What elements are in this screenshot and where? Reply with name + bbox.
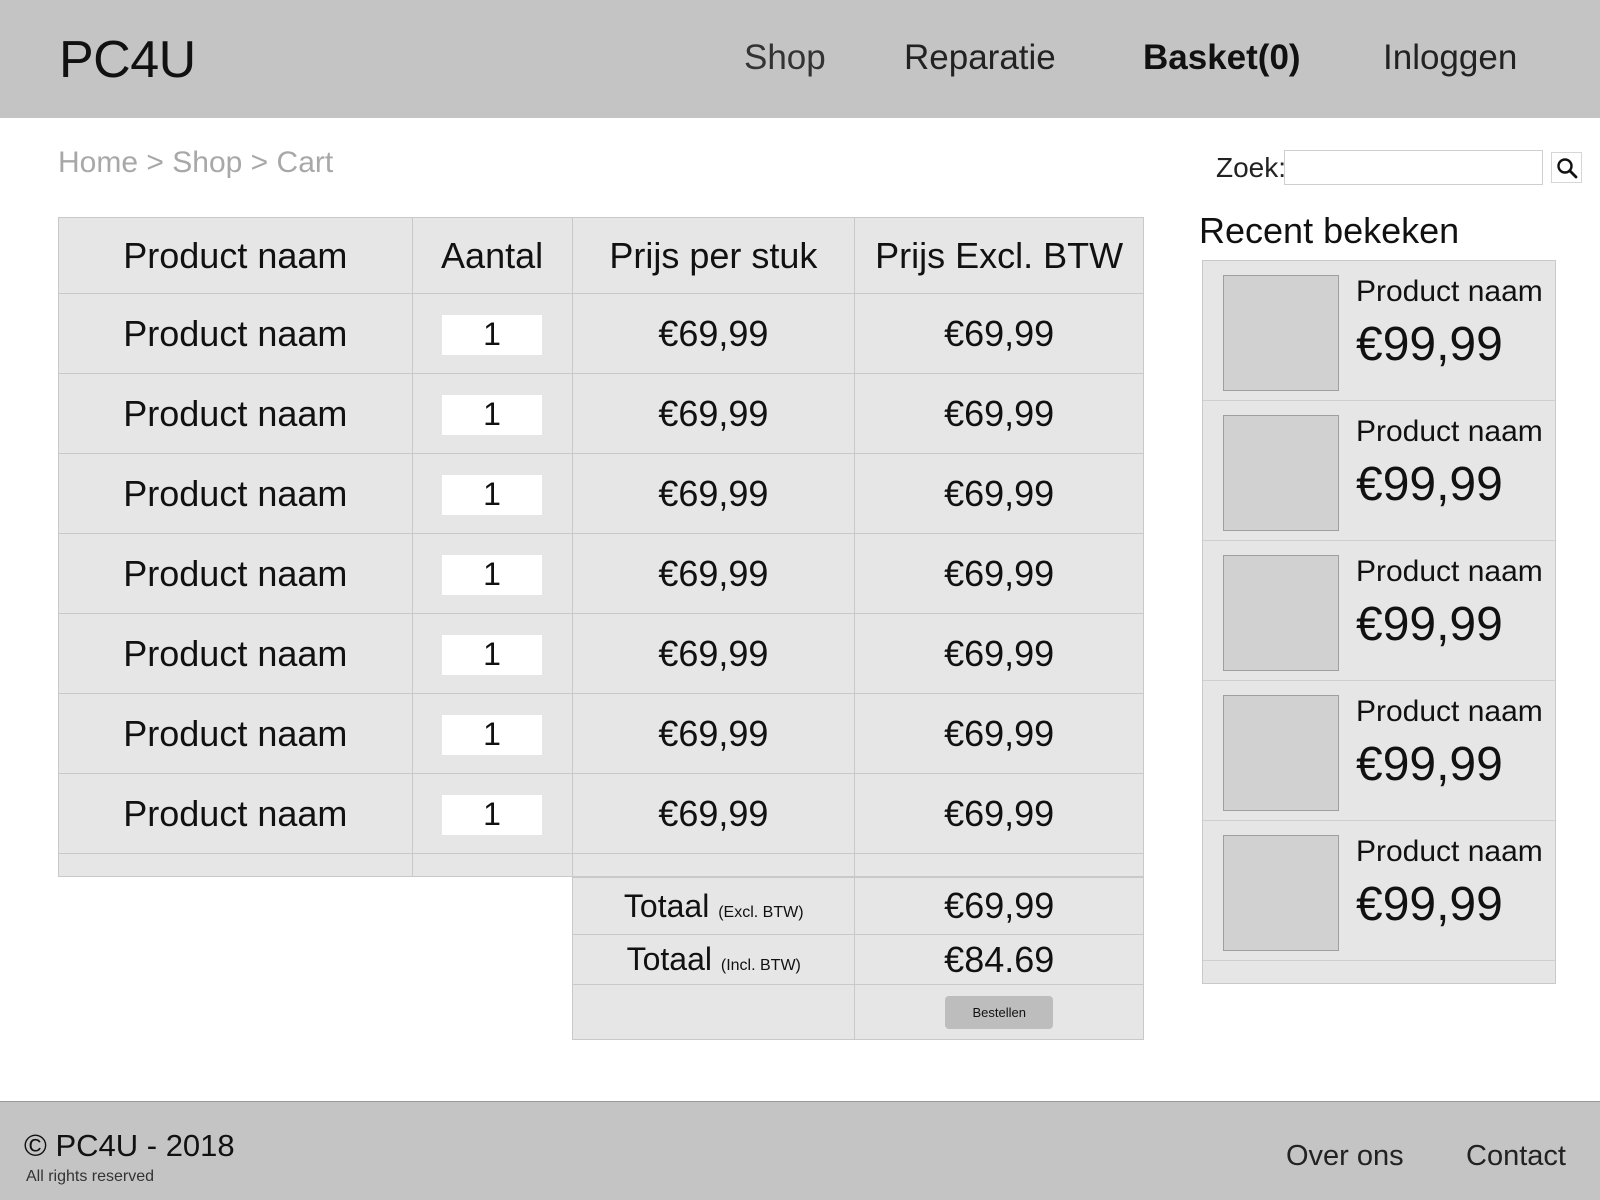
recent-item-name[interactable]: Product naam xyxy=(1356,275,1543,309)
recent-item-name[interactable]: Product naam xyxy=(1356,415,1543,449)
column-header-product: Product naam xyxy=(58,217,413,294)
table-row: Product naam €69,99 €69,99 xyxy=(58,373,1144,454)
price-excl: €69,99 xyxy=(854,373,1144,454)
quantity-input[interactable] xyxy=(442,634,543,675)
site-header: PC4U Shop Reparatie Basket(0) Inloggen xyxy=(0,0,1600,118)
product-name: Product naam xyxy=(58,773,413,854)
quantity-input[interactable] xyxy=(442,554,543,595)
rights-text: All rights reserved xyxy=(26,1168,155,1185)
cart-table: Product naam Aantal Prijs per stuk Prijs… xyxy=(58,217,1144,877)
recent-title: Recent bekeken xyxy=(1199,210,1460,251)
unit-price: €69,99 xyxy=(571,533,856,614)
quantity-input[interactable] xyxy=(442,314,543,355)
copyright-text: © PC4U - 2018 xyxy=(24,1128,235,1163)
search-icon xyxy=(1556,157,1577,178)
total-excl-label: Totaal xyxy=(623,887,710,924)
breadcrumb-separator: > xyxy=(146,146,164,179)
footer-contact-link[interactable]: Contact xyxy=(1466,1140,1566,1173)
unit-price: €69,99 xyxy=(571,613,856,694)
product-name: Product naam xyxy=(58,453,413,534)
price-excl: €69,99 xyxy=(854,293,1144,374)
recent-item-price: €99,99 xyxy=(1356,458,1503,511)
nav-login-link[interactable]: Inloggen xyxy=(1383,38,1517,78)
product-thumbnail[interactable] xyxy=(1223,835,1339,951)
order-button[interactable]: Bestellen xyxy=(945,995,1054,1029)
recent-item[interactable]: Product naam €99,99 xyxy=(1203,541,1555,681)
unit-price: €69,99 xyxy=(571,693,856,774)
quantity-input[interactable] xyxy=(442,714,543,755)
table-row: Product naam €69,99 €69,99 xyxy=(58,453,1144,534)
nav-shop-link[interactable]: Shop xyxy=(744,38,826,78)
table-row: Product naam €69,99 €69,99 xyxy=(58,693,1144,774)
nav-reparatie-link[interactable]: Reparatie xyxy=(904,38,1056,78)
total-excl-note: (Excl. BTW) xyxy=(718,903,804,921)
quantity-input[interactable] xyxy=(442,474,543,515)
cart-header-row: Product naam Aantal Prijs per stuk Prijs… xyxy=(58,217,1144,294)
quantity-input[interactable] xyxy=(442,394,543,435)
quantity-input[interactable] xyxy=(442,794,543,835)
price-excl: €69,99 xyxy=(854,693,1144,774)
price-excl: €69,99 xyxy=(854,533,1144,614)
recent-item[interactable]: Product naam €99,99 xyxy=(1203,261,1555,401)
site-footer: © PC4U - 2018 All rights reserved Over o… xyxy=(0,1101,1600,1200)
recent-item-name[interactable]: Product naam xyxy=(1356,555,1543,589)
product-thumbnail[interactable] xyxy=(1223,275,1339,391)
unit-price: €69,99 xyxy=(571,373,856,454)
price-excl: €69,99 xyxy=(854,453,1144,534)
price-excl: €69,99 xyxy=(854,773,1144,854)
table-filler-row xyxy=(58,853,1144,877)
product-name: Product naam xyxy=(58,693,413,774)
column-header-price-excl: Prijs Excl. BTW xyxy=(854,217,1144,294)
order-row: Bestellen xyxy=(571,984,1144,1040)
table-row: Product naam €69,99 €69,99 xyxy=(58,613,1144,694)
product-name: Product naam xyxy=(58,373,413,454)
footer-about-link[interactable]: Over ons xyxy=(1286,1140,1404,1173)
recent-item-price: €99,99 xyxy=(1356,738,1503,791)
table-row: Product naam €69,99 €69,99 xyxy=(58,293,1144,374)
total-excl-row: Totaal (Excl. BTW) €69,99 xyxy=(571,877,1144,935)
recent-item-name[interactable]: Product naam xyxy=(1356,835,1543,869)
recent-item[interactable]: Product naam €99,99 xyxy=(1203,401,1555,541)
product-name: Product naam xyxy=(58,533,413,614)
total-incl-label: Totaal xyxy=(626,941,712,977)
total-incl-row: Totaal (Incl. BTW) €84.69 xyxy=(571,934,1144,985)
nav-basket-link[interactable]: Basket(0) xyxy=(1143,38,1301,78)
product-thumbnail[interactable] xyxy=(1223,695,1339,811)
total-incl-note: (Incl. BTW) xyxy=(720,957,801,974)
unit-price: €69,99 xyxy=(571,293,856,374)
unit-price: €69,99 xyxy=(571,453,856,534)
total-incl-value: €84.69 xyxy=(854,934,1144,985)
recent-item[interactable]: Product naam €99,99 xyxy=(1203,681,1555,821)
search-label: Zoek: xyxy=(1216,152,1287,183)
unit-price: €69,99 xyxy=(571,773,856,854)
search-button[interactable] xyxy=(1551,152,1582,183)
product-thumbnail[interactable] xyxy=(1223,415,1339,531)
breadcrumb-cart: Cart xyxy=(276,146,334,179)
product-thumbnail[interactable] xyxy=(1223,555,1339,671)
column-header-unit-price: Prijs per stuk xyxy=(571,217,856,294)
site-logo[interactable]: PC4U xyxy=(59,30,196,90)
table-row: Product naam €69,99 €69,99 xyxy=(58,533,1144,614)
table-row: Product naam €69,99 €69,99 xyxy=(58,773,1144,854)
breadcrumb: Home > Shop > Cart xyxy=(58,146,333,180)
column-header-quantity: Aantal xyxy=(411,217,573,294)
recent-item-price: €99,99 xyxy=(1356,878,1503,931)
recent-item[interactable]: Product naam €99,99 xyxy=(1203,821,1555,961)
price-excl: €69,99 xyxy=(854,613,1144,694)
recent-item-price: €99,99 xyxy=(1356,318,1503,371)
product-name: Product naam xyxy=(58,613,413,694)
recent-item-name[interactable]: Product naam xyxy=(1356,695,1543,729)
total-excl-value: €69,99 xyxy=(854,877,1144,935)
search-input[interactable] xyxy=(1284,150,1543,185)
recent-panel: Product naam €99,99 Product naam €99,99 … xyxy=(1202,260,1556,984)
totals-table: Totaal (Excl. BTW) €69,99 Totaal (Incl. … xyxy=(571,877,1144,1040)
breadcrumb-home[interactable]: Home xyxy=(58,146,138,179)
breadcrumb-separator: > xyxy=(250,146,269,179)
product-name: Product naam xyxy=(58,293,413,374)
recent-item-price: €99,99 xyxy=(1356,598,1503,651)
breadcrumb-shop[interactable]: Shop xyxy=(172,146,242,179)
